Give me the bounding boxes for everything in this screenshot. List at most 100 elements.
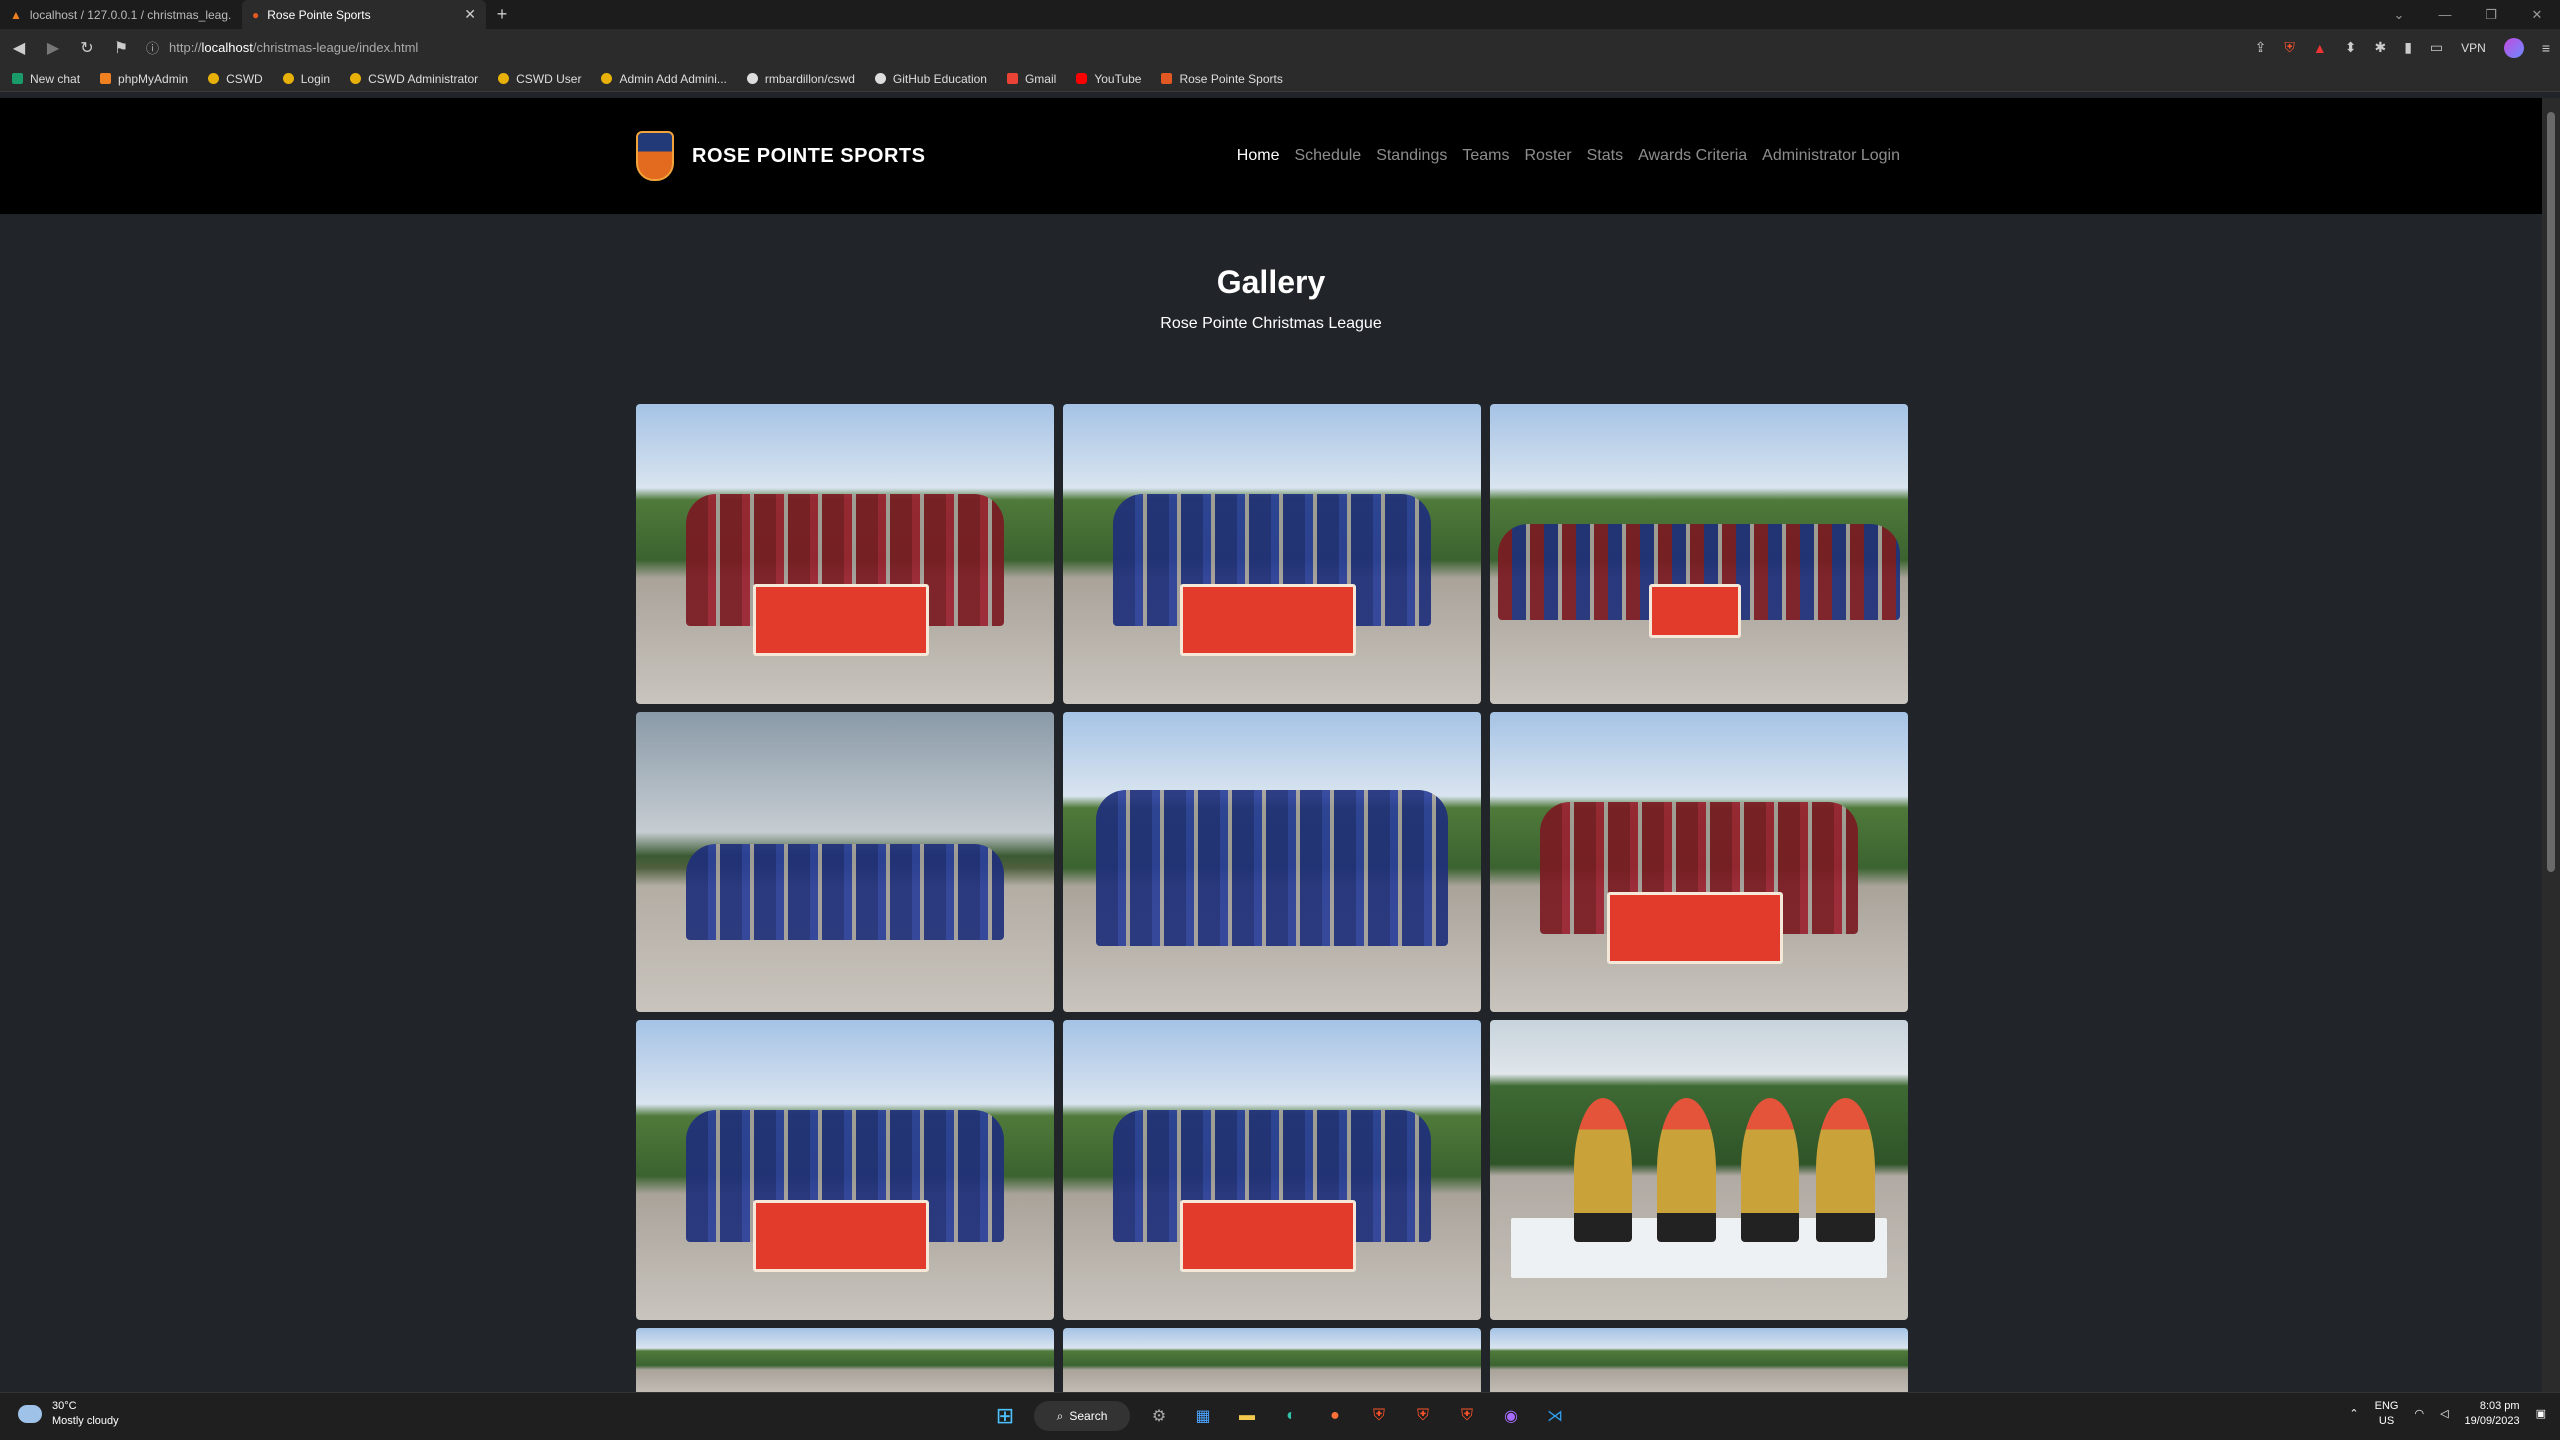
- brave-nightly-icon[interactable]: ⛨: [1452, 1401, 1482, 1431]
- wallet-icon[interactable]: ▭: [2430, 39, 2443, 56]
- new-tab-button[interactable]: +: [486, 0, 518, 29]
- window-controls: ⌄ — ❐ ✕: [2376, 0, 2560, 29]
- nav-home[interactable]: Home: [1237, 147, 1280, 165]
- cloud-icon: [18, 1405, 42, 1423]
- bookmark-icon[interactable]: ⚑: [112, 38, 130, 58]
- nav-teams[interactable]: Teams: [1462, 147, 1509, 165]
- language-indicator[interactable]: ENG US: [2375, 1399, 2399, 1429]
- brave-rewards-icon[interactable]: ▲: [2313, 40, 2327, 56]
- nav-schedule[interactable]: Schedule: [1294, 147, 1361, 165]
- firefox-icon[interactable]: ●: [1320, 1401, 1350, 1431]
- reload-icon[interactable]: ↻: [78, 38, 96, 58]
- bookmark-cswd-administrator[interactable]: CSWD Administrator: [350, 72, 478, 86]
- search-icon: ⌕: [1056, 1408, 1064, 1423]
- volume-icon[interactable]: ◁: [2440, 1407, 2448, 1422]
- scrollbar-thumb[interactable]: [2547, 112, 2555, 872]
- back-icon[interactable]: ◀: [10, 38, 28, 58]
- profile-avatar[interactable]: [2503, 37, 2524, 58]
- page-scrollbar[interactable]: [2542, 98, 2560, 1392]
- clock[interactable]: 8:03 pm 19/09/2023: [2465, 1399, 2520, 1429]
- nav-stats[interactable]: Stats: [1587, 147, 1623, 165]
- github-icon: [746, 73, 758, 84]
- bookmark-gmail[interactable]: Gmail: [1006, 72, 1056, 86]
- taskbar-apps: ⊞ ⌕ Search ⚙ ▦ ▬ ◐ ● ⛨ ⛨ ⛨ ◉ ⋊: [990, 1401, 1570, 1431]
- bookmark-youtube[interactable]: YouTube: [1076, 72, 1141, 86]
- youtube-icon: [1076, 73, 1088, 84]
- close-tab-icon[interactable]: ✕: [464, 6, 476, 23]
- brave-shield-icon[interactable]: ⛨: [2284, 39, 2295, 56]
- weather-temp: 30°C: [52, 1400, 77, 1412]
- wifi-icon[interactable]: ◠: [2414, 1407, 2424, 1422]
- bookmark-new-chat[interactable]: New chat: [12, 72, 80, 86]
- bookmark-github-repo[interactable]: rmbardillon/cswd: [746, 72, 855, 86]
- extensions-puzzle-icon[interactable]: ✱: [2374, 39, 2386, 56]
- nav-awards-criteria[interactable]: Awards Criteria: [1638, 147, 1747, 165]
- page-viewport: ROSE POINTE SPORTS Home Schedule Standin…: [0, 98, 2542, 1392]
- nav-roster[interactable]: Roster: [1524, 147, 1571, 165]
- gallery-photo[interactable]: [1063, 1328, 1481, 1392]
- weather-desc: Mostly cloudy: [52, 1415, 119, 1427]
- chat-icon: [12, 73, 23, 84]
- browser-tab-rose-pointe[interactable]: ● Rose Pointe Sports ✕: [242, 0, 486, 29]
- bookmark-admin-add[interactable]: Admin Add Admini...: [601, 72, 727, 86]
- phpmyadmin-icon: [100, 73, 112, 84]
- extension-icon[interactable]: ⬍: [2345, 39, 2357, 56]
- store-icon[interactable]: ▦: [1188, 1401, 1218, 1431]
- gmail-icon: [1006, 73, 1018, 84]
- page-title: Gallery: [1216, 264, 1326, 300]
- gallery-photo[interactable]: [636, 1020, 1054, 1320]
- gallery-photo[interactable]: [1063, 1020, 1481, 1320]
- gallery-photo[interactable]: [636, 712, 1054, 1012]
- nav-administrator-login[interactable]: Administrator Login: [1762, 147, 1900, 165]
- gallery-photo[interactable]: [636, 404, 1054, 704]
- brave-icon[interactable]: ⛨: [1364, 1401, 1394, 1431]
- gallery-photo[interactable]: [1063, 404, 1481, 704]
- windows-start-icon[interactable]: ⊞: [990, 1401, 1020, 1431]
- bookmark-rose-pointe[interactable]: Rose Pointe Sports: [1161, 72, 1283, 86]
- gallery-photo[interactable]: [1063, 712, 1481, 1012]
- menu-icon[interactable]: ≡: [2542, 40, 2550, 56]
- taskbar-search[interactable]: ⌕ Search: [1034, 1401, 1130, 1431]
- browser-tab-phpmyadmin[interactable]: ▲ localhost / 127.0.0.1 / christmas_leag…: [0, 0, 242, 29]
- site-info-icon[interactable]: ⓘ: [146, 38, 159, 57]
- phpmyadmin-icon: ▲: [10, 7, 22, 22]
- sidebar-icon[interactable]: ▮: [2404, 39, 2412, 56]
- forward-icon[interactable]: ▶: [44, 38, 62, 58]
- tab-search-icon[interactable]: ⌄: [2376, 0, 2422, 29]
- settings-icon[interactable]: ⚙: [1144, 1401, 1174, 1431]
- site-icon: [601, 73, 613, 84]
- close-window-icon[interactable]: ✕: [2514, 0, 2560, 29]
- chevron-up-icon[interactable]: ⌃: [2349, 1407, 2358, 1422]
- vscode-icon[interactable]: ⋊: [1540, 1401, 1570, 1431]
- gallery-photo[interactable]: [1490, 712, 1908, 1012]
- bookmark-cswd[interactable]: CSWD: [208, 72, 263, 86]
- bookmark-phpmyadmin[interactable]: phpMyAdmin: [100, 72, 188, 86]
- weather-widget[interactable]: 30°C Mostly cloudy: [18, 1399, 119, 1429]
- gallery-photo[interactable]: [636, 1328, 1054, 1392]
- vpn-button[interactable]: VPN: [2461, 41, 2486, 55]
- gallery-photo-trophies[interactable]: [1490, 1020, 1908, 1320]
- share-icon[interactable]: ⇪: [2255, 39, 2267, 56]
- gallery-photo[interactable]: [1490, 404, 1908, 704]
- browser-toolbar: ◀ ▶ ↻ ⚑ ⓘ http://localhost/christmas-lea…: [0, 29, 2560, 66]
- messenger-icon[interactable]: ◉: [1496, 1401, 1526, 1431]
- gallery-photo[interactable]: [1490, 1328, 1908, 1392]
- address-field[interactable]: ⓘ http://localhost/christmas-league/inde…: [146, 34, 2239, 62]
- site-icon: [350, 73, 362, 84]
- bookmark-login[interactable]: Login: [282, 72, 330, 86]
- photo-gallery: [636, 404, 1908, 1392]
- bookmark-cswd-user[interactable]: CSWD User: [498, 72, 581, 86]
- edge-icon[interactable]: ◐: [1276, 1401, 1306, 1431]
- browser-tabstrip: ▲ localhost / 127.0.0.1 / christmas_leag…: [0, 0, 2560, 29]
- brand[interactable]: ROSE POINTE SPORTS: [636, 131, 925, 181]
- brave-beta-icon[interactable]: ⛨: [1408, 1401, 1438, 1431]
- gallery-header: Gallery Rose Pointe Christmas League: [0, 214, 2542, 333]
- site-icon: [208, 73, 220, 84]
- nav-standings[interactable]: Standings: [1376, 147, 1447, 165]
- notification-icon[interactable]: ▣: [2536, 1407, 2546, 1422]
- restore-icon[interactable]: ❐: [2468, 0, 2514, 29]
- minimize-icon[interactable]: —: [2422, 0, 2468, 29]
- toolbar-right: ⇪ ⛨ ▲ ⬍ ✱ ▮ ▭ VPN ≡: [2255, 37, 2550, 58]
- file-explorer-icon[interactable]: ▬: [1232, 1401, 1262, 1431]
- bookmark-github-education[interactable]: GitHub Education: [874, 72, 987, 86]
